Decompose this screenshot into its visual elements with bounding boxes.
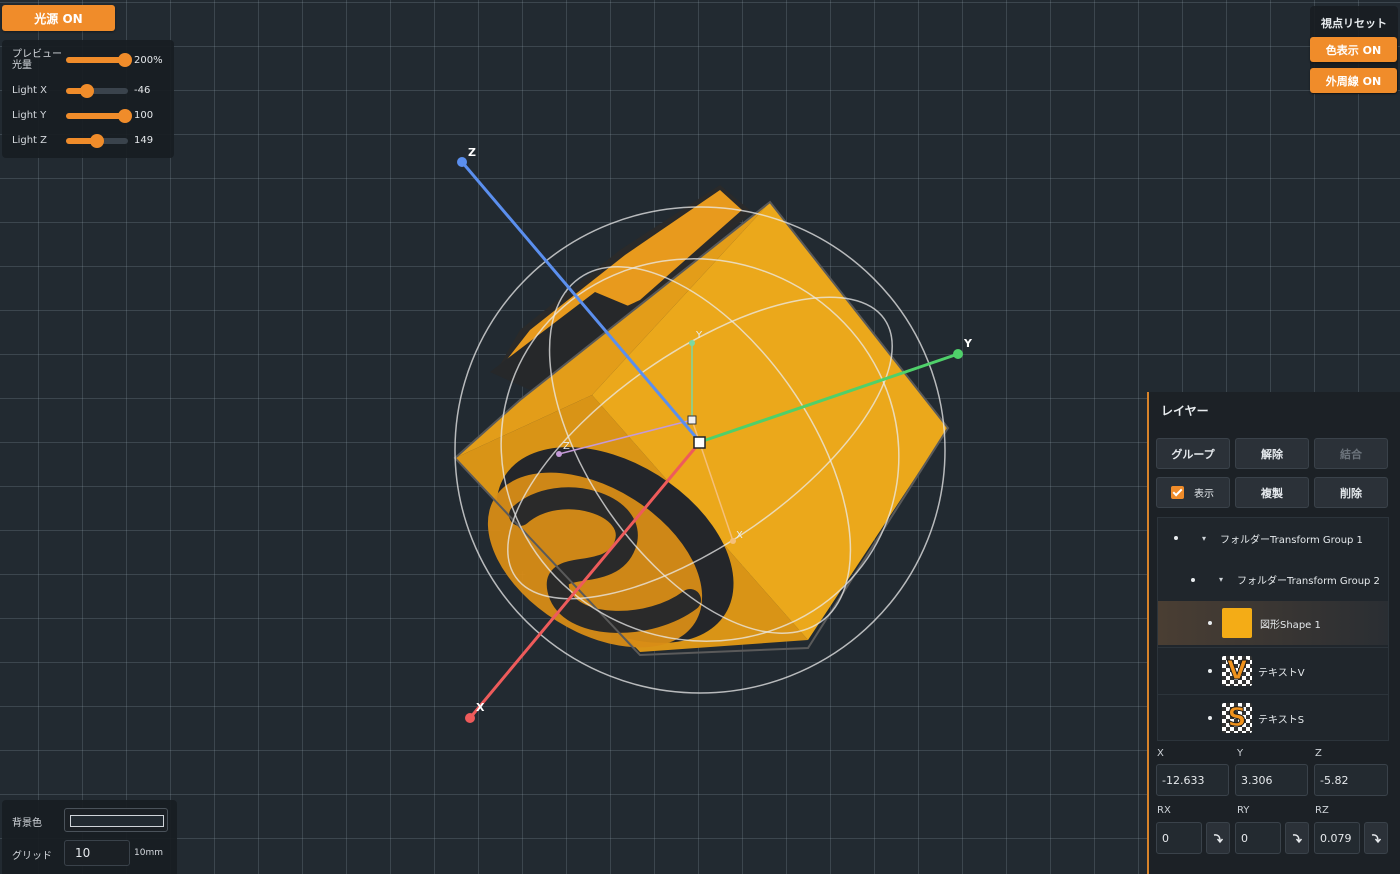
layer-item-label: テキストV (1258, 667, 1305, 679)
light-intensity-row: プレビュー光量 200% (12, 49, 163, 71)
visibility-dot-icon[interactable] (1208, 716, 1212, 720)
light-x-row: Light X -46 (12, 83, 151, 98)
light-intensity-value: 200% (134, 54, 163, 66)
rotate-icon (1292, 834, 1303, 844)
light-toggle-button[interactable]: 光源 ON (2, 5, 115, 31)
pos-x-label: X (1157, 748, 1164, 759)
group-button[interactable]: グループ (1156, 438, 1230, 469)
merge-button[interactable]: 結合 (1314, 438, 1388, 469)
shape-thumbnail (1222, 608, 1252, 638)
rotate-y-button[interactable] (1285, 822, 1309, 854)
layer-panel: レイヤー グループ 解除 結合 表示 複製 削除 ▾ フォルダーTransfor… (1147, 392, 1400, 874)
grid-unit: 10mm (134, 848, 163, 858)
axis-z-handle[interactable] (457, 157, 467, 167)
light-x-slider[interactable] (66, 83, 128, 98)
pos-x-input[interactable]: -12.633 (1156, 764, 1229, 796)
duplicate-button[interactable]: 複製 (1235, 477, 1309, 508)
layer-item-label: テキストS (1258, 714, 1305, 726)
text-v-thumbnail: V (1222, 656, 1252, 687)
pos-y-label: Y (1237, 748, 1244, 759)
visibility-checkbox[interactable] (1171, 486, 1184, 499)
local-axis-y-handle[interactable] (689, 340, 695, 346)
rot-z-input[interactable]: 0.079 (1314, 822, 1360, 854)
light-z-slider[interactable] (66, 133, 128, 148)
axis-y-handle[interactable] (953, 349, 963, 359)
light-y-slider[interactable] (66, 108, 132, 123)
layer-item-text-s[interactable]: S テキストS (1158, 694, 1388, 741)
visibility-toggle[interactable]: 表示 (1156, 477, 1230, 508)
grid-label: グリッド (12, 851, 52, 862)
layer-item-shape-1[interactable]: 図形Shape 1 (1158, 601, 1388, 645)
pivot-handle[interactable] (693, 436, 706, 449)
delete-button[interactable]: 削除 (1314, 477, 1388, 508)
light-x-value: -46 (134, 85, 151, 96)
outline-toggle[interactable]: 外周線 ON (1310, 68, 1397, 93)
bg-color-label: 背景色 (12, 818, 42, 829)
visibility-dot-icon[interactable] (1208, 621, 1212, 625)
axis-y-label: Y (963, 337, 973, 350)
layer-item-label: フォルダーTransform Group 1 (1220, 534, 1363, 546)
rot-y-input[interactable]: 0 (1235, 822, 1281, 854)
light-z-label: Light Z (12, 135, 47, 146)
grid-size-input[interactable]: 10 (64, 840, 130, 866)
local-axis-x-label: X (736, 530, 743, 541)
local-axis-z-handle[interactable] (556, 451, 562, 457)
scene-settings-panel: 背景色 グリッド 10 10mm (2, 800, 177, 874)
layer-item-label: フォルダーTransform Group 2 (1237, 576, 1380, 587)
local-pivot-handle[interactable] (687, 415, 697, 425)
text-s-thumbnail: S (1222, 703, 1252, 734)
rot-x-label: RX (1157, 805, 1171, 816)
chevron-down-icon[interactable]: ▾ (1202, 534, 1206, 543)
visibility-dot-icon[interactable] (1208, 669, 1212, 673)
rot-z-label: RZ (1315, 805, 1329, 816)
color-display-toggle[interactable]: 色表示 ON (1310, 37, 1397, 62)
rotate-x-button[interactable] (1206, 822, 1230, 854)
layer-item-group-2[interactable]: ▾ フォルダーTransform Group 2 (1158, 559, 1388, 600)
pos-z-label: Z (1315, 748, 1322, 759)
visibility-label: 表示 (1194, 489, 1214, 500)
ungroup-button[interactable]: 解除 (1235, 438, 1309, 469)
light-z-row: Light Z 149 (12, 133, 154, 148)
rotate-z-button[interactable] (1364, 822, 1388, 854)
light-panel: プレビュー光量 200% Light X -46 Light Y 100 Lig… (2, 40, 174, 158)
rot-y-label: RY (1237, 805, 1250, 816)
light-x-label: Light X (12, 85, 47, 96)
visibility-dot-icon[interactable] (1191, 577, 1195, 582)
light-y-value: 100 (134, 110, 154, 121)
local-axis-z-label: Z (563, 441, 570, 452)
bg-color-picker[interactable] (64, 808, 168, 832)
axis-x-label: X (476, 701, 485, 714)
light-intensity-label: プレビュー光量 (12, 49, 62, 71)
axis-x-handle[interactable] (465, 713, 475, 723)
layer-item-text-v[interactable]: V テキストV (1158, 647, 1388, 694)
light-y-row: Light Y 100 (12, 108, 154, 123)
view-reset-button[interactable]: 視点リセット (1310, 10, 1398, 36)
rot-x-input[interactable]: 0 (1156, 822, 1202, 854)
chevron-down-icon[interactable]: ▾ (1219, 575, 1223, 584)
pos-z-input[interactable]: -5.82 (1314, 764, 1388, 796)
bg-color-swatch (70, 815, 164, 827)
visibility-dot-icon[interactable] (1174, 536, 1178, 540)
rotate-icon (1213, 834, 1224, 844)
light-y-label: Light Y (12, 110, 47, 121)
pos-y-input[interactable]: 3.306 (1235, 764, 1308, 796)
layer-item-label: 図形Shape 1 (1260, 619, 1321, 631)
layer-tree: ▾ フォルダーTransform Group 1 ▾ フォルダーTransfor… (1157, 517, 1389, 741)
local-axis-y-label: Y (695, 330, 703, 341)
light-intensity-slider[interactable] (66, 53, 132, 67)
rotate-icon (1371, 834, 1382, 844)
layer-panel-title: レイヤー (1161, 404, 1209, 418)
axis-z-label: Z (468, 146, 476, 159)
layer-item-group-1[interactable]: ▾ フォルダーTransform Group 1 (1158, 518, 1388, 558)
light-z-value: 149 (134, 135, 154, 146)
